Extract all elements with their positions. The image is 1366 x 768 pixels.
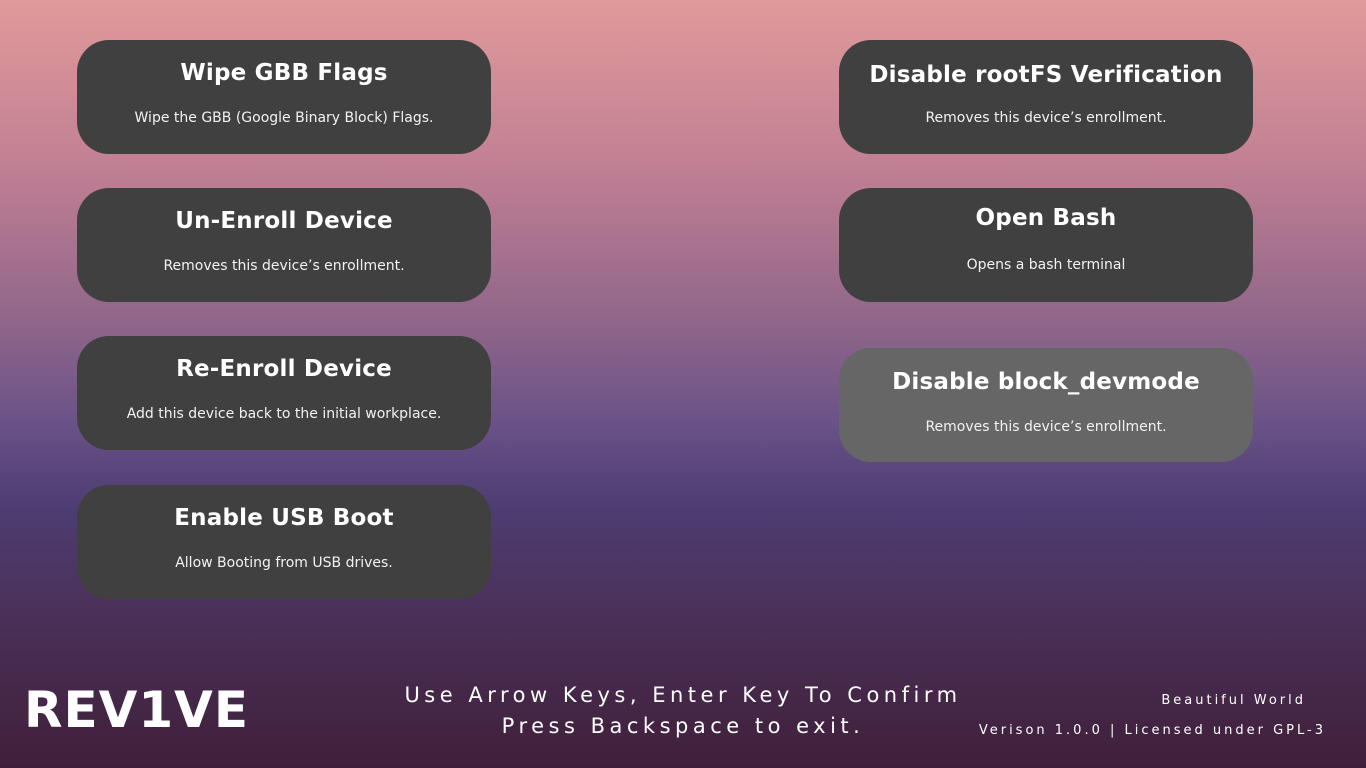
- re-enroll-device-button[interactable]: Re-Enroll Device Add this device back to…: [77, 336, 491, 450]
- instructions-line-1: Use Arrow Keys, Enter Key To Confirm: [404, 683, 962, 707]
- disable-rootfs-verification-button[interactable]: Disable rootFS Verification Removes this…: [839, 40, 1253, 154]
- card-description: Allow Booting from USB drives.: [175, 555, 393, 571]
- card-title: Enable USB Boot: [174, 505, 394, 531]
- card-description: Opens a bash terminal: [966, 257, 1126, 273]
- card-description: Removes this device’s enrollment.: [925, 419, 1167, 435]
- card-description: Add this device back to the initial work…: [126, 406, 442, 422]
- card-title: Wipe GBB Flags: [180, 60, 388, 86]
- card-title: Disable block_devmode: [892, 369, 1200, 395]
- card-title: Disable rootFS Verification: [869, 62, 1223, 88]
- wipe-gbb-flags-button[interactable]: Wipe GBB Flags Wipe the GBB (Google Bina…: [77, 40, 491, 154]
- card-title: Un-Enroll Device: [175, 208, 393, 234]
- card-description: Wipe the GBB (Google Binary Block) Flags…: [134, 110, 434, 126]
- enable-usb-boot-button[interactable]: Enable USB Boot Allow Booting from USB d…: [77, 485, 491, 599]
- version-license: Verison 1.0.0 | Licensed under GPL-3: [978, 723, 1326, 738]
- instructions: Use Arrow Keys, Enter Key To Confirm Pre…: [383, 680, 983, 742]
- card-title: Re-Enroll Device: [176, 356, 392, 382]
- card-description: Removes this device’s enrollment.: [925, 110, 1167, 126]
- disable-block-devmode-button[interactable]: Disable block_devmode Removes this devic…: [839, 348, 1253, 462]
- revive-logo: REV1VE: [24, 681, 249, 739]
- tagline: Beautiful World: [1161, 693, 1306, 708]
- card-description: Removes this device’s enrollment.: [163, 258, 405, 274]
- instructions-line-2: Press Backspace to exit.: [501, 714, 865, 738]
- open-bash-button[interactable]: Open Bash Opens a bash terminal: [839, 188, 1253, 302]
- footer-info: Beautiful World Verison 1.0.0 | Licensed…: [979, 686, 1326, 746]
- card-title: Open Bash: [975, 205, 1117, 231]
- un-enroll-device-button[interactable]: Un-Enroll Device Removes this device’s e…: [77, 188, 491, 302]
